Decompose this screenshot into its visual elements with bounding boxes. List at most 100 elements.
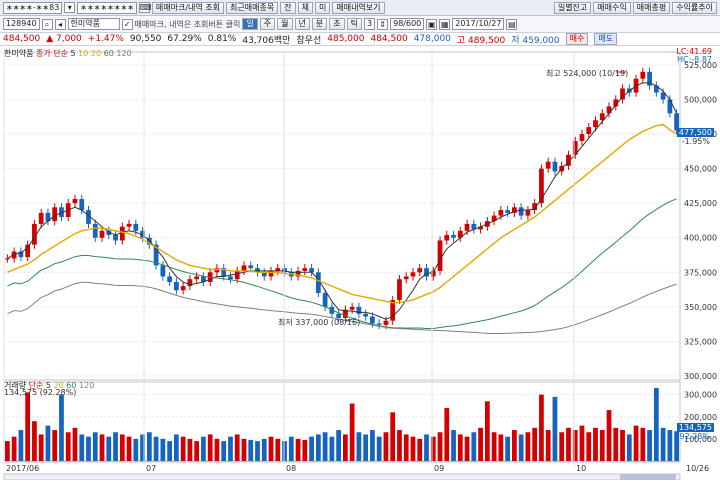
preferred-label: 참우선 bbox=[296, 35, 322, 46]
volume-bar bbox=[65, 432, 71, 461]
volume-bar bbox=[241, 438, 247, 461]
volume-bar bbox=[255, 441, 260, 461]
period-input[interactable]: 3 bbox=[364, 18, 376, 30]
trade-profit-button[interactable]: 매매수익 bbox=[593, 1, 631, 14]
corner-hc: HC:-8.87 bbox=[677, 55, 712, 64]
unfilled-button[interactable]: 미 bbox=[314, 1, 331, 14]
candle-body bbox=[451, 234, 456, 238]
dropdown-icon[interactable]: ▾ bbox=[64, 2, 76, 13]
tab-week[interactable]: 주 bbox=[259, 18, 276, 30]
chart-area[interactable]: 300,000 325,000 350,000 375,000 400,000 425,0… bbox=[0, 46, 720, 481]
password-field[interactable]: ∗∗∗∗∗∗∗∗ bbox=[77, 1, 137, 14]
volume-bar bbox=[275, 438, 281, 461]
tab-day[interactable]: 일 bbox=[242, 18, 258, 30]
volume-bar bbox=[491, 432, 497, 461]
price-tick-label: 450,000 bbox=[684, 165, 717, 174]
volume-bar bbox=[86, 436, 91, 461]
tab-minute[interactable]: 분 bbox=[311, 18, 328, 30]
volume-bar bbox=[579, 425, 585, 461]
page-count: 98/600 bbox=[390, 18, 425, 30]
sell-button[interactable]: 매도 bbox=[594, 33, 618, 45]
candle-body bbox=[99, 230, 105, 238]
candle-body bbox=[228, 276, 233, 280]
volume-current-pct: 92.28% bbox=[679, 432, 710, 441]
volume-bar bbox=[79, 434, 85, 461]
volume-tick-label: 300,000 bbox=[684, 391, 717, 400]
tab-month[interactable]: 월 bbox=[277, 18, 293, 30]
price-tick-label: 500,000 bbox=[684, 95, 717, 104]
spin-icon[interactable]: ⇕ bbox=[377, 18, 389, 30]
lock-icon[interactable]: ▣ bbox=[426, 18, 438, 30]
volume-bar bbox=[45, 425, 51, 461]
tab-second[interactable]: 초 bbox=[329, 18, 345, 30]
date-field[interactable]: 2017/10/27 bbox=[452, 18, 505, 30]
price-legend-ma-label: 종가 단순 bbox=[36, 49, 68, 58]
candle-body bbox=[667, 99, 673, 114]
volume-bar bbox=[451, 430, 456, 461]
buy-button[interactable]: 매수 bbox=[565, 33, 589, 45]
high-annotation: 최고 524,000 (10/19) bbox=[546, 69, 629, 78]
volume-bar bbox=[620, 430, 625, 461]
volume-bar bbox=[390, 412, 396, 461]
volume-bar bbox=[410, 436, 416, 461]
candle-body bbox=[79, 199, 85, 211]
candle-body bbox=[417, 268, 423, 273]
volume-bar bbox=[593, 427, 598, 461]
candle-body bbox=[620, 88, 625, 100]
candle-body bbox=[606, 106, 612, 114]
prev-low: 저 459,000 bbox=[511, 35, 560, 46]
stock-code-field[interactable]: 128940 bbox=[3, 18, 40, 30]
date-axis-label: 07 bbox=[146, 464, 156, 473]
keyboard-icon[interactable]: ⌨ bbox=[138, 2, 151, 13]
volume-bar bbox=[336, 430, 341, 461]
price-legend: 한미약품 종가 단순 5 10 20 60 120 bbox=[4, 48, 132, 59]
ma-line-60 bbox=[7, 198, 677, 329]
volume-bar bbox=[302, 439, 308, 461]
return-trend-button[interactable]: 수익률추이 bbox=[672, 1, 717, 14]
candle-body bbox=[593, 120, 598, 128]
calendar-icon[interactable]: ▤ bbox=[506, 18, 518, 30]
candle-body bbox=[194, 276, 200, 280]
candle-body bbox=[180, 286, 186, 291]
account-number-field[interactable]: ∗∗∗∗-∗∗83 bbox=[3, 1, 63, 14]
price-change: ▲ 7,000 bbox=[46, 34, 82, 44]
trade-mark-button[interactable]: 매매마크/내역 조회 bbox=[151, 1, 225, 14]
candle-body bbox=[167, 276, 172, 282]
volume-bar bbox=[288, 436, 294, 461]
trade-summary-button[interactable]: 매매총평 bbox=[632, 1, 671, 14]
prev-stock-icon[interactable]: ◂ bbox=[54, 18, 66, 30]
volume-bar bbox=[552, 396, 558, 461]
daily-balance-button[interactable]: 일별잔고 bbox=[553, 1, 592, 14]
turnover-percent: 67.29% bbox=[167, 34, 202, 44]
mark-checkbox[interactable]: ✓ bbox=[121, 18, 133, 30]
filled-button[interactable]: 체 bbox=[297, 1, 313, 14]
volume-bar bbox=[119, 434, 125, 461]
volume-bar bbox=[667, 430, 673, 461]
balance-button[interactable]: 잔 bbox=[280, 1, 296, 14]
volume-bar bbox=[52, 430, 58, 461]
trade-history-button[interactable]: 매매내역보기 bbox=[332, 1, 385, 14]
chart-scroll-thumb[interactable] bbox=[620, 474, 676, 480]
volume-bar bbox=[370, 430, 375, 461]
tab-tick[interactable]: 틱 bbox=[346, 18, 363, 30]
volume-bar bbox=[72, 427, 78, 461]
candle-body bbox=[72, 199, 78, 204]
tab-year[interactable]: 년 bbox=[294, 18, 310, 30]
candle-body bbox=[160, 265, 166, 277]
volume-bar bbox=[207, 434, 213, 461]
volume-bar bbox=[383, 432, 389, 461]
search-icon[interactable]: ⌕ bbox=[41, 18, 53, 30]
volume-bar bbox=[566, 427, 571, 461]
candle-body bbox=[349, 306, 355, 310]
price-legend-stock: 한미약품 bbox=[4, 49, 34, 58]
chart-scrollbar[interactable] bbox=[3, 473, 681, 481]
current-pct: -1.95% bbox=[681, 137, 710, 146]
grid-icon[interactable]: ▦ bbox=[439, 18, 451, 30]
volume-readout: 134,575 (92.28%) bbox=[4, 388, 77, 397]
volume-bar bbox=[498, 434, 504, 461]
recent-trades-button[interactable]: 최근매매종목 bbox=[226, 1, 279, 14]
volume-bar bbox=[559, 432, 565, 461]
volume-bar bbox=[424, 434, 429, 461]
chart-svg[interactable]: 300,000 325,000 350,000 375,000 400,000 425,0… bbox=[0, 46, 720, 481]
vol-ma-legend-120: 120 bbox=[79, 381, 95, 390]
